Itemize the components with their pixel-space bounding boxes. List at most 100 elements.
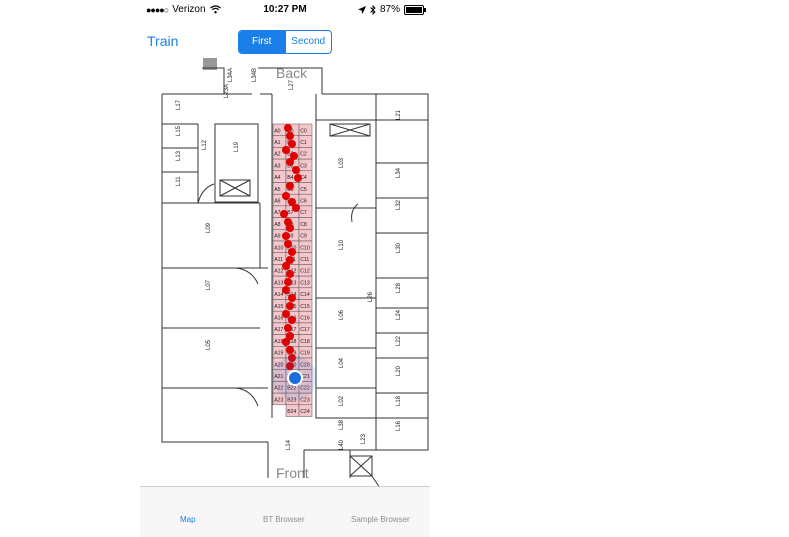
grid-cell-label: C3 <box>300 163 307 169</box>
sample-dot <box>286 302 294 310</box>
phone-screen: ●●●●○ Verizon 10:27 PM 87% Train First S… <box>140 0 430 537</box>
room-label: L34 <box>396 167 402 178</box>
room-label: L21 <box>396 109 402 120</box>
grid-cell-label: A8 <box>274 222 280 228</box>
floor-map[interactable]: A0 A1 A2 A3 A4 A5 A6 A7 A8 A9 A10 A11 A12 A13 A14 A15 A1… <box>140 58 430 486</box>
grid-cell-label: B24 <box>287 409 296 415</box>
grid-cell-label: A10 <box>274 245 283 251</box>
grid-cell-label: C10 <box>300 245 310 251</box>
battery-icon <box>404 4 426 15</box>
room-label: L34A <box>228 68 234 82</box>
grid-cell-label: C7 <box>300 210 307 216</box>
sample-dot <box>288 316 296 324</box>
room-label: L30 <box>396 242 402 253</box>
current-location-marker[interactable] <box>287 370 303 386</box>
sample-dot <box>288 248 296 256</box>
sample-dot <box>280 210 288 218</box>
grid-cell-label: A14 <box>274 292 283 298</box>
sample-dot <box>294 174 302 182</box>
grid-cell-label: B7 <box>287 210 293 216</box>
grid-cell-label: A6 <box>274 199 280 205</box>
grid-cell-label: C15 <box>300 304 310 310</box>
room-label: L12 <box>202 139 208 150</box>
room-label: L20 <box>396 365 402 376</box>
tab-bt-browser[interactable]: BT Browser <box>263 515 305 524</box>
room-label: L24 <box>396 309 402 320</box>
segment-second[interactable]: Second <box>284 31 332 53</box>
room-label: L10 <box>339 239 345 250</box>
grid-cell-label: C12 <box>300 269 310 275</box>
sample-dot <box>282 310 290 318</box>
room-label: L02 <box>339 395 345 406</box>
sample-dot <box>282 232 290 240</box>
room-label: L04 <box>339 357 345 368</box>
room-label: L26 <box>368 291 374 302</box>
room-label: L28 <box>396 282 402 293</box>
grid-cell-label: C14 <box>300 292 310 298</box>
grid-cell-label: C0 <box>300 128 307 134</box>
grid-cell-label: C19 <box>300 351 310 357</box>
grid-cell-label: C24 <box>300 409 310 415</box>
grid-cell-label: C13 <box>300 280 310 286</box>
grid-cell-label: C6 <box>300 199 307 205</box>
grid-cell-label: A9 <box>274 234 280 240</box>
status-right: 87% <box>357 4 426 15</box>
sample-dot <box>284 324 292 332</box>
bluetooth-icon <box>370 4 376 15</box>
grid-cell-label: A1 <box>274 140 280 146</box>
grid-cell-label: C5 <box>300 187 307 193</box>
grid-cell-label: A16 <box>274 316 283 322</box>
grid-cell-label: A3 <box>274 163 280 169</box>
grid-cell-label: A15 <box>274 304 283 310</box>
room-label: L38 <box>339 419 345 430</box>
floor-segmented-control[interactable]: First Second <box>238 30 332 54</box>
grid-cell-label: A17 <box>274 327 283 333</box>
grid-cell-label: A13 <box>274 280 283 286</box>
room-label: L23A <box>224 84 230 98</box>
grid-cell-label: C16 <box>300 316 310 322</box>
battery-fill <box>406 6 422 13</box>
sample-dot <box>286 346 294 354</box>
floor-plan[interactable]: A0 A1 A2 A3 A4 A5 A6 A7 A8 A9 A10 A11 A12 A13 A14 A15 A1… <box>140 58 430 486</box>
sample-dot <box>282 192 290 200</box>
sample-dot <box>286 158 294 166</box>
grid-cell-label: A12 <box>274 269 283 275</box>
room-label: L14 <box>286 439 292 450</box>
room-label: L07 <box>206 279 212 290</box>
room-label: L34B <box>252 68 258 82</box>
sample-dot <box>286 224 294 232</box>
grid-cell-label: C18 <box>300 339 310 345</box>
room-label: L03 <box>339 157 345 168</box>
grid-cell-label: C17 <box>300 327 310 333</box>
grid-cell-label: A2 <box>274 152 280 158</box>
sample-dot <box>284 124 292 132</box>
sample-dot <box>288 294 296 302</box>
room-label: L18 <box>396 395 402 406</box>
tab-map[interactable]: Map <box>180 515 196 524</box>
battery-percent: 87% <box>379 4 400 15</box>
room-label: L32 <box>396 199 402 210</box>
sample-dot <box>286 270 294 278</box>
segment-first[interactable]: First <box>239 31 285 53</box>
train-button[interactable]: Train <box>147 33 178 49</box>
room-label: L19 <box>234 141 240 152</box>
sample-dot <box>284 278 292 286</box>
status-bar: ●●●●○ Verizon 10:27 PM 87% <box>140 0 430 20</box>
room-label: L09 <box>206 222 212 233</box>
room-label: L17 <box>176 99 182 110</box>
tab-sample-browser[interactable]: Sample Browser <box>351 515 410 524</box>
sample-dot <box>282 286 290 294</box>
grid-cell-label: C2 <box>300 152 307 158</box>
grid-cell-label: B4 <box>287 175 293 181</box>
sample-dot <box>282 146 290 154</box>
grid-cell-label: A5 <box>274 187 280 193</box>
grid-cell-label: A23 <box>274 397 283 403</box>
room-label: L11 <box>176 176 182 186</box>
grid-cell-label: A11 <box>274 257 283 263</box>
location-arrow-icon <box>357 5 366 14</box>
back-label: Back <box>276 65 308 81</box>
room-label: L05 <box>206 339 212 350</box>
grid-cell-label: A19 <box>274 351 283 357</box>
room-label: L22 <box>396 335 402 346</box>
tab-bar: Map BT Browser Sample Browser <box>140 486 430 537</box>
